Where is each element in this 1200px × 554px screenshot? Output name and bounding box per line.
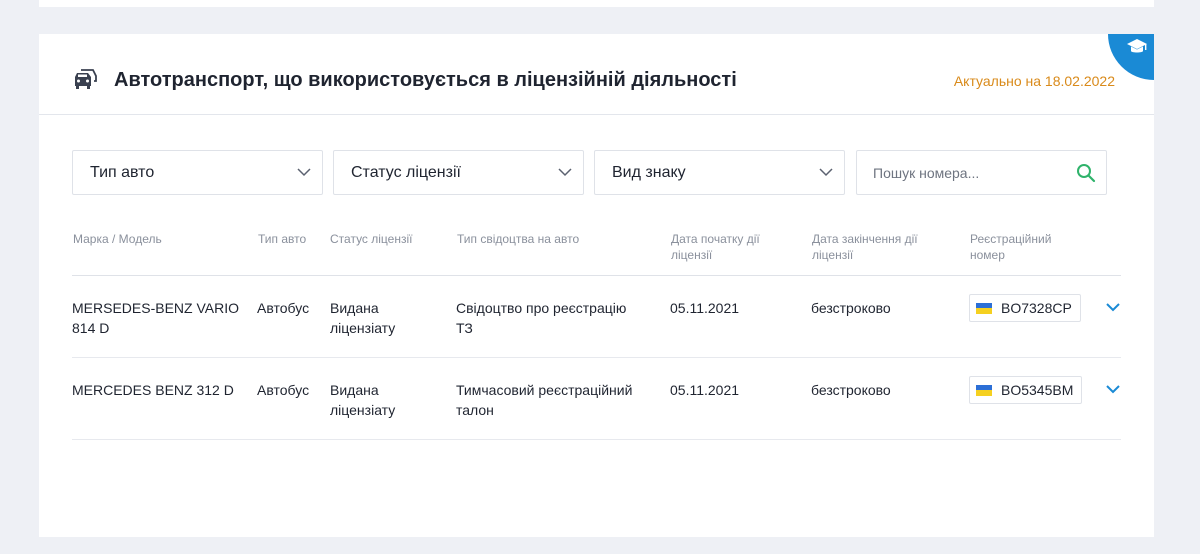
plate-search-input[interactable] bbox=[873, 163, 1073, 183]
col-vehicle-type: Тип авто bbox=[258, 232, 307, 246]
cell-start-date: 05.11.2021 bbox=[670, 300, 740, 316]
license-status-select-label: Статус ліцензії bbox=[351, 164, 461, 181]
search-icon[interactable] bbox=[1076, 163, 1096, 183]
cell-license-status-line2: ліцензіату bbox=[330, 402, 396, 418]
sign-type-select[interactable]: Вид знаку bbox=[594, 150, 845, 195]
reg-number: BO7328CP bbox=[1001, 300, 1072, 316]
cell-end-date: безстроково bbox=[811, 300, 891, 316]
cell-certificate-type: Тимчасовий реєстраційний талон bbox=[456, 380, 632, 420]
cell-license-status: Видана ліцензіату bbox=[330, 298, 395, 338]
ukraine-flag-icon bbox=[976, 384, 992, 396]
chevron-down-icon bbox=[297, 168, 311, 177]
col-certificate-type: Тип свідоцтва на авто bbox=[457, 232, 580, 246]
cell-certificate-type-line1: Тимчасовий реєстраційний bbox=[456, 382, 633, 398]
chevron-down-icon bbox=[558, 168, 572, 177]
cell-make-model-line1: MERSEDES-BENZ VARIO bbox=[72, 300, 239, 316]
section-header: Автотранспорт, що використовується в ліц… bbox=[39, 34, 1154, 115]
cell-license-status-line1: Видана bbox=[330, 300, 379, 316]
vehicle-type-select-label: Тип авто bbox=[90, 164, 155, 181]
col-end-date-line2: ліцензії bbox=[812, 248, 854, 262]
ukraine-flag-icon bbox=[976, 302, 992, 314]
col-end-date-line1: Дата закінчення дії bbox=[812, 232, 918, 246]
cell-end-date: безстроково bbox=[811, 382, 891, 398]
sign-type-select-label: Вид знаку bbox=[612, 164, 686, 181]
reg-number-plate: BO5345BM bbox=[969, 376, 1083, 404]
cell-make-model-line1: MERCEDES BENZ 312 D bbox=[72, 382, 234, 398]
expand-row-chevron-icon[interactable] bbox=[1106, 302, 1120, 312]
cell-start-date: 05.11.2021 bbox=[670, 382, 740, 398]
vehicle-type-select[interactable]: Тип авто bbox=[72, 150, 323, 195]
reg-number-plate: BO7328CP bbox=[969, 294, 1081, 322]
expand-row-chevron-icon[interactable] bbox=[1106, 384, 1120, 394]
cell-vehicle-type: Автобус bbox=[257, 300, 310, 316]
cell-vehicle-type: Автобус bbox=[257, 382, 310, 398]
cell-license-status-line1: Видана bbox=[330, 382, 379, 398]
car-icon bbox=[75, 69, 97, 89]
chevron-down-icon bbox=[819, 168, 833, 177]
license-status-select[interactable]: Статус ліцензії bbox=[333, 150, 584, 195]
table-row: MERCEDES BENZ 312 D Автобус Видана ліцен… bbox=[72, 358, 1121, 440]
col-reg-number-line2: номер bbox=[970, 248, 1005, 262]
col-start-date-line2: ліцензії bbox=[671, 248, 713, 262]
reg-number: BO5345BM bbox=[1001, 382, 1074, 398]
actual-date: Актуально на 18.02.2022 bbox=[953, 73, 1115, 89]
cell-license-status-line2: ліцензіату bbox=[330, 320, 396, 336]
vehicles-section: Автотранспорт, що використовується в ліц… bbox=[39, 34, 1154, 537]
col-end-date: Дата закінчення дії ліцензії bbox=[812, 231, 918, 263]
cell-certificate-type-line2: ТЗ bbox=[456, 320, 473, 336]
col-start-date-line1: Дата початку дії bbox=[671, 232, 760, 246]
col-license-status: Статус ліцензії bbox=[330, 232, 413, 246]
table-row: MERSEDES-BENZ VARIO 814 D Автобус Видана… bbox=[72, 276, 1121, 358]
table-header: Марка / Модель Тип авто Статус ліцензії … bbox=[72, 231, 1121, 276]
cell-certificate-type-line1: Свідоцтво про реєстрацію bbox=[456, 300, 627, 316]
previous-section-card bbox=[39, 0, 1154, 7]
cell-make-model: MERCEDES BENZ 312 D bbox=[72, 380, 234, 400]
cell-make-model: MERSEDES-BENZ VARIO 814 D bbox=[72, 298, 239, 338]
col-reg-number: Реєстраційний номер bbox=[970, 231, 1051, 263]
section-title: Автотранспорт, що використовується в ліц… bbox=[114, 69, 737, 91]
plate-search-field bbox=[856, 150, 1107, 195]
cell-certificate-type: Свідоцтво про реєстрацію ТЗ bbox=[456, 298, 626, 338]
cell-license-status: Видана ліцензіату bbox=[330, 380, 395, 420]
col-make-model: Марка / Модель bbox=[73, 232, 162, 246]
col-reg-number-line1: Реєстраційний bbox=[970, 232, 1052, 246]
cell-make-model-line2: 814 D bbox=[72, 320, 110, 336]
col-start-date: Дата початку дії ліцензії bbox=[671, 231, 760, 263]
cell-certificate-type-line2: талон bbox=[456, 402, 494, 418]
